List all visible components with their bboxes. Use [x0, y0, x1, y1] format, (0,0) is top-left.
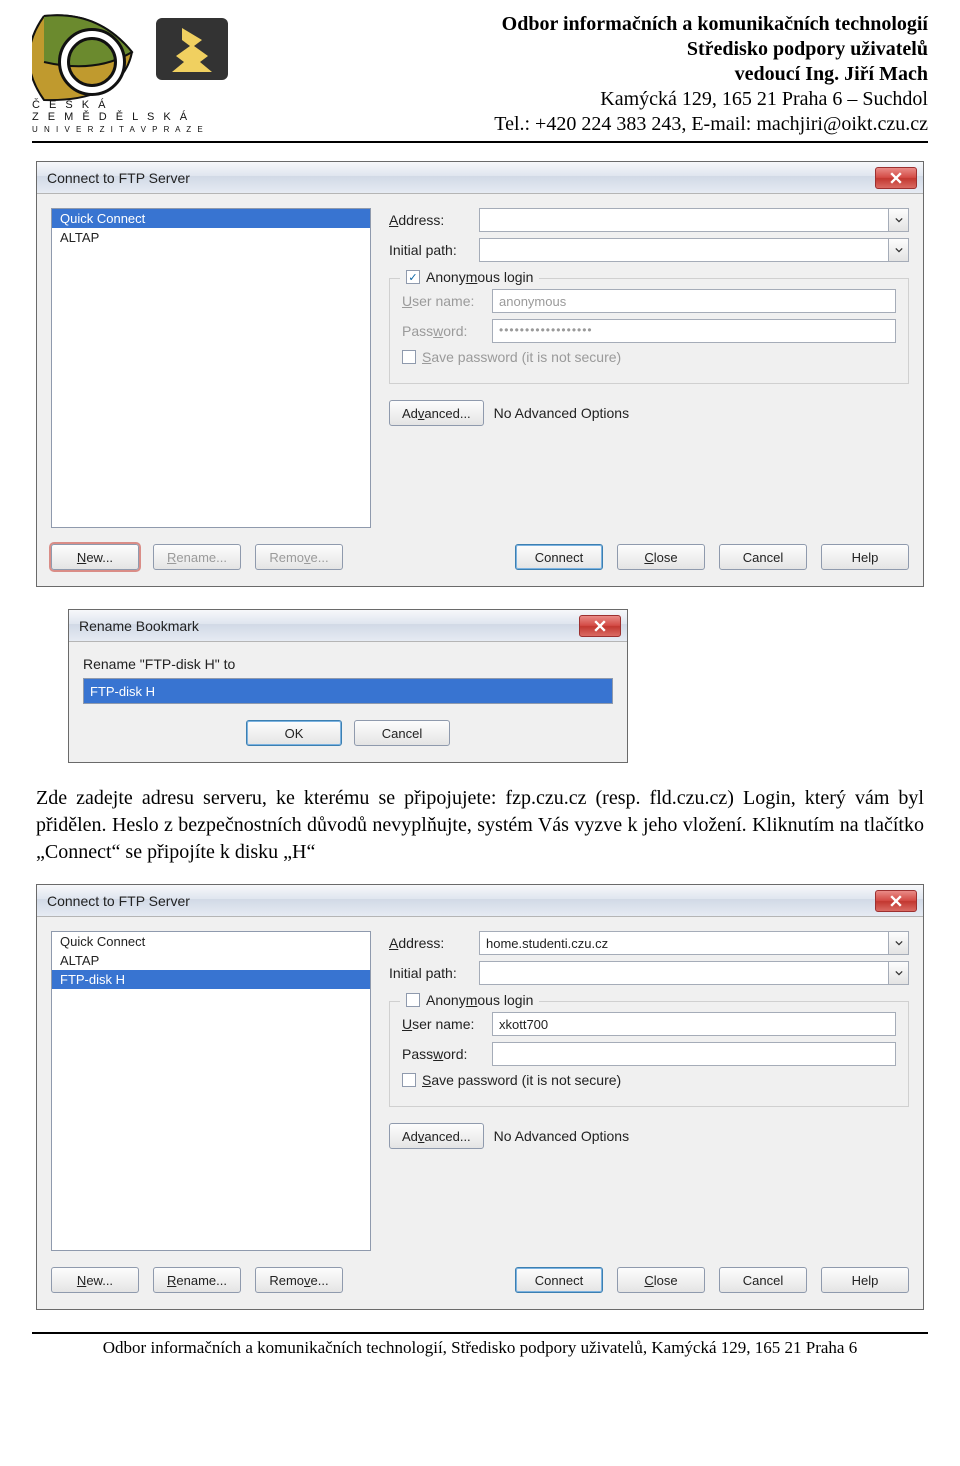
- dialog-titlebar[interactable]: Rename Bookmark: [69, 610, 627, 642]
- list-item[interactable]: Quick Connect: [52, 932, 370, 951]
- university-logo: Č E S K Á Z E M Ě D Ě L S K Á U N I V E …: [32, 12, 232, 137]
- connect-dialog-2: Connect to FTP Server Quick Connect ALTA…: [36, 884, 924, 1310]
- username-label: User name:: [402, 1016, 492, 1032]
- save-password-checkbox[interactable]: [402, 1073, 416, 1087]
- rename-dialog: Rename Bookmark Rename "FTP-disk H" to O…: [68, 609, 628, 763]
- header-line-2: Středisko podpory uživatelů: [494, 37, 928, 62]
- list-item[interactable]: Quick Connect: [52, 209, 370, 228]
- logo-text-2: Z E M Ě D Ě L S K Á: [32, 110, 190, 123]
- login-group: Anonymous login User name: Password:: [389, 1001, 909, 1107]
- remove-button[interactable]: Remove...: [255, 1267, 343, 1293]
- dialog-titlebar[interactable]: Connect to FTP Server: [37, 162, 923, 194]
- initial-path-input[interactable]: [479, 238, 889, 262]
- rename-button[interactable]: Rename...: [153, 544, 241, 570]
- connect-button[interactable]: Connect: [515, 544, 603, 570]
- password-label: Password:: [402, 323, 492, 339]
- password-input[interactable]: [492, 1042, 896, 1066]
- header-line-5: Tel.: +420 224 383 243, E-mail: machjiri…: [494, 112, 928, 137]
- dialog-title: Rename Bookmark: [79, 618, 199, 634]
- list-item[interactable]: ALTAP: [52, 951, 370, 970]
- username-label: User name:: [402, 293, 492, 309]
- advanced-status: No Advanced Options: [494, 405, 629, 421]
- advanced-status: No Advanced Options: [494, 1128, 629, 1144]
- close-icon[interactable]: [579, 615, 621, 637]
- bookmarks-list[interactable]: Quick Connect ALTAP: [51, 208, 371, 528]
- new-button[interactable]: New...: [51, 544, 139, 570]
- logo-text-3: U N I V E R Z I T A V P R A Z E: [32, 125, 205, 132]
- address-label: Address:: [389, 935, 479, 951]
- anonymous-checkbox[interactable]: [406, 993, 420, 1007]
- help-button[interactable]: Help: [821, 544, 909, 570]
- help-button[interactable]: Help: [821, 1267, 909, 1293]
- address-label: Address:: [389, 212, 479, 228]
- header-line-3: vedoucí Ing. Jiří Mach: [494, 62, 928, 87]
- initial-path-label: Initial path:: [389, 242, 479, 258]
- bookmarks-list[interactable]: Quick Connect ALTAP FTP-disk H: [51, 931, 371, 1251]
- advanced-button[interactable]: Advanced...: [389, 1123, 484, 1149]
- logo-text-1: Č E S K Á: [32, 98, 109, 111]
- chevron-down-icon[interactable]: [889, 208, 909, 232]
- footer-divider: [32, 1332, 928, 1334]
- address-input[interactable]: [479, 931, 889, 955]
- header-line-4: Kamýcká 129, 165 21 Praha 6 – Suchdol: [494, 87, 928, 112]
- list-item[interactable]: FTP-disk H: [52, 970, 370, 989]
- list-item[interactable]: ALTAP: [52, 228, 370, 247]
- save-password-label: Save password (it is not secure): [422, 1072, 621, 1088]
- initial-path-label: Initial path:: [389, 965, 479, 981]
- remove-button[interactable]: Remove...: [255, 544, 343, 570]
- initial-path-input[interactable]: [479, 961, 889, 985]
- instruction-paragraph: Zde zadejte adresu serveru, ke kterému s…: [36, 785, 924, 866]
- password-input[interactable]: ••••••••••••••••••: [492, 319, 896, 343]
- rename-button[interactable]: Rename...: [153, 1267, 241, 1293]
- cancel-button[interactable]: Cancel: [719, 1267, 807, 1293]
- connect-dialog-1: Connect to FTP Server Quick Connect ALTA…: [36, 161, 924, 587]
- dialog-titlebar[interactable]: Connect to FTP Server: [37, 885, 923, 917]
- username-input[interactable]: [492, 289, 896, 313]
- username-input[interactable]: [492, 1012, 896, 1036]
- header-divider: [32, 141, 928, 143]
- close-icon[interactable]: [875, 890, 917, 912]
- save-password-checkbox[interactable]: [402, 350, 416, 364]
- cancel-button[interactable]: Cancel: [354, 720, 450, 746]
- header-line-1: Odbor informačních a komunikačních techn…: [494, 12, 928, 37]
- chevron-down-icon[interactable]: [889, 238, 909, 262]
- anonymous-label: Anonymous login: [426, 992, 533, 1008]
- dialog-title: Connect to FTP Server: [47, 170, 190, 186]
- login-group: ✓ Anonymous login User name: Password: •…: [389, 278, 909, 384]
- page-footer: Odbor informačních a komunikačních techn…: [32, 1338, 928, 1358]
- chevron-down-icon[interactable]: [889, 961, 909, 985]
- save-password-label: Save password (it is not secure): [422, 349, 621, 365]
- password-label: Password:: [402, 1046, 492, 1062]
- new-button[interactable]: New...: [51, 1267, 139, 1293]
- close-button[interactable]: Close: [617, 1267, 705, 1293]
- anonymous-checkbox[interactable]: ✓: [406, 270, 420, 284]
- anonymous-label: Anonymous login: [426, 269, 533, 285]
- chevron-down-icon[interactable]: [889, 931, 909, 955]
- address-input[interactable]: [479, 208, 889, 232]
- page-header: Č E S K Á Z E M Ě D Ě L S K Á U N I V E …: [32, 12, 928, 137]
- close-icon[interactable]: [875, 167, 917, 189]
- ok-button[interactable]: OK: [246, 720, 342, 746]
- close-button[interactable]: Close: [617, 544, 705, 570]
- advanced-button[interactable]: Advanced...: [389, 400, 484, 426]
- cancel-button[interactable]: Cancel: [719, 544, 807, 570]
- connect-button[interactable]: Connect: [515, 1267, 603, 1293]
- rename-prompt: Rename "FTP-disk H" to: [83, 656, 613, 672]
- rename-input[interactable]: [83, 678, 613, 704]
- dialog-title: Connect to FTP Server: [47, 893, 190, 909]
